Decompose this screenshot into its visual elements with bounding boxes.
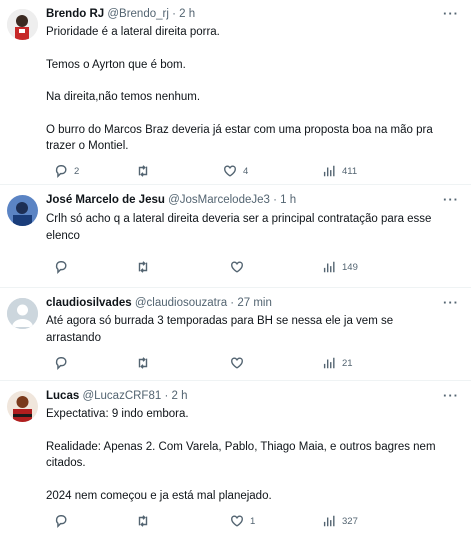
more-options-icon[interactable]: ···: [443, 192, 459, 207]
tweet-paragraph: Temos o Ayrton que é bom.: [46, 58, 186, 71]
avatar[interactable]: [7, 9, 38, 40]
like-button[interactable]: 4: [223, 163, 248, 179]
views-button[interactable]: 149: [322, 259, 358, 275]
retweet-icon: [138, 261, 148, 273]
reply-icon: [55, 261, 67, 274]
more-options-icon[interactable]: ···: [443, 6, 459, 21]
tweet-actions: 149: [46, 259, 406, 277]
tweet-text: Expectativa: 9 indo embora. Realidade: A…: [46, 406, 446, 504]
tweet-paragraph: 2024 nem começou e ja está mal planejado…: [46, 489, 272, 502]
retweet-icon: [138, 357, 148, 369]
views-button[interactable]: 327: [322, 513, 358, 529]
reply-count: 2: [74, 165, 80, 177]
heart-icon: [231, 357, 243, 369]
like-button[interactable]: [230, 355, 244, 371]
tweet-paragraph: Prioridade é a lateral direita porra.: [46, 26, 220, 38]
retweet-icon: [138, 515, 148, 527]
avatar[interactable]: [7, 298, 38, 329]
tweet-text: Crlh só acho q a lateral direita deveria…: [46, 211, 446, 244]
more-options-icon[interactable]: ···: [443, 295, 459, 310]
views-icon: [323, 515, 335, 527]
tweet-paragraph: Na direita,não temos nenhum.: [46, 91, 201, 103]
handle[interactable]: @LucazCRF81: [82, 390, 161, 402]
reply-button[interactable]: [54, 513, 68, 529]
tweet-actions: 1 327: [46, 513, 406, 531]
avatar[interactable]: [7, 195, 38, 226]
views-icon: [323, 165, 335, 177]
display-name[interactable]: José Marcelo de Jesu: [46, 194, 165, 206]
like-count: 4: [243, 165, 249, 177]
tweet-paragraph: Expectativa: 9 indo embora.: [46, 408, 189, 420]
tweet-paragraph: Até agora só burrada 3 temporadas para B…: [46, 315, 394, 344]
reply-button[interactable]: 2: [54, 163, 79, 179]
view-count: 327: [342, 515, 358, 527]
timestamp[interactable]: 2 h: [172, 390, 188, 402]
separator: ·: [273, 194, 277, 206]
tweet[interactable]: Lucas @LucazCRF81 · 2 h ··· Expectativa:…: [0, 382, 471, 541]
retweet-button[interactable]: [136, 355, 150, 371]
reply-icon: [55, 515, 67, 528]
tweet-paragraph: Realidade: Apenas 2. Com Varela, Pablo, …: [46, 440, 436, 470]
handle[interactable]: @claudiosouzatra: [135, 297, 227, 309]
reply-icon: [55, 165, 67, 178]
retweet-button[interactable]: [136, 259, 150, 275]
like-button[interactable]: 1: [230, 513, 255, 529]
tweet-text: Até agora só burrada 3 temporadas para B…: [46, 313, 446, 346]
timestamp[interactable]: 1 h: [280, 194, 296, 206]
timestamp[interactable]: 2 h: [179, 8, 195, 20]
tweet-header: José Marcelo de Jesu @JosMarcelodeJe3 · …: [46, 193, 296, 207]
tweet-text: Prioridade é a lateral direita porra. Te…: [46, 24, 458, 155]
tweet-header: claudiosilvades @claudiosouzatra · 27 mi…: [46, 296, 272, 310]
view-count: 21: [342, 357, 353, 369]
tweet-paragraph: Crlh só acho q a lateral direita deveria…: [46, 213, 432, 242]
retweet-button[interactable]: [136, 163, 150, 179]
heart-icon: [231, 515, 243, 527]
handle[interactable]: @JosMarcelodeJe3: [168, 194, 270, 206]
reply-button[interactable]: [54, 259, 68, 275]
views-icon: [323, 357, 335, 369]
display-name[interactable]: Brendo RJ: [46, 8, 104, 20]
like-count: 1: [250, 515, 256, 527]
separator: ·: [164, 390, 169, 402]
like-button[interactable]: [230, 259, 244, 275]
views-button[interactable]: 21: [322, 355, 353, 371]
view-count: 149: [342, 261, 358, 273]
more-options-icon[interactable]: ···: [443, 388, 459, 403]
tweet[interactable]: Brendo RJ @Brendo_rj · 2 h ··· Prioridad…: [0, 0, 471, 185]
tweet[interactable]: José Marcelo de Jesu @JosMarcelodeJe3 · …: [0, 186, 471, 288]
display-name[interactable]: claudiosilvades: [46, 297, 132, 309]
handle[interactable]: @Brendo_rj: [107, 8, 169, 20]
tweet-header: Lucas @LucazCRF81 · 2 h: [46, 389, 188, 403]
views-button[interactable]: 411: [322, 163, 357, 179]
heart-icon: [231, 261, 243, 273]
tweet-header: Brendo RJ @Brendo_rj · 2 h: [46, 7, 195, 21]
reply-icon: [55, 357, 67, 370]
retweet-button[interactable]: [136, 513, 150, 529]
avatar[interactable]: [7, 391, 38, 422]
retweet-icon: [138, 165, 148, 177]
timestamp[interactable]: 27 min: [237, 297, 272, 309]
views-icon: [323, 261, 335, 273]
display-name[interactable]: Lucas: [46, 390, 79, 402]
heart-icon: [224, 165, 236, 177]
tweet-actions: 2 4 411: [46, 163, 406, 181]
tweet-actions: 21: [46, 355, 406, 373]
tweet-paragraph: O burro do Marcos Braz deveria já estar …: [46, 123, 433, 153]
separator: ·: [172, 8, 176, 20]
separator: ·: [230, 297, 235, 309]
view-count: 411: [342, 165, 358, 177]
tweet[interactable]: claudiosilvades @claudiosouzatra · 27 mi…: [0, 289, 471, 381]
reply-button[interactable]: [54, 355, 68, 371]
